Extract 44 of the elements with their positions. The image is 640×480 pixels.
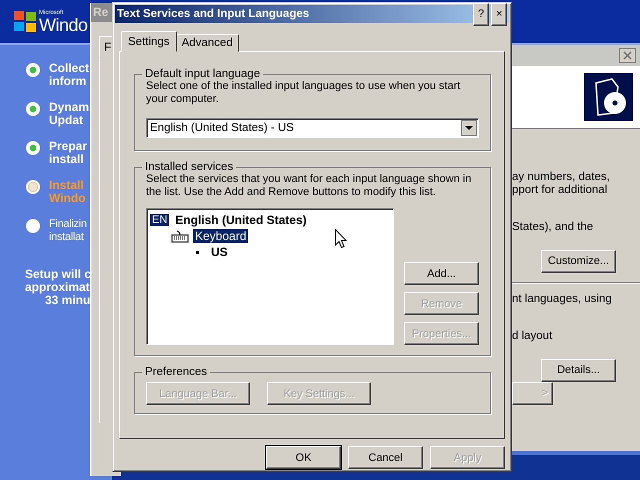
add-button[interactable]: Add...	[404, 262, 479, 285]
bullet-icon	[196, 250, 199, 254]
step-label: Windo	[49, 192, 86, 205]
help-button[interactable]: ?	[473, 2, 489, 26]
tab[interactable]: Advanced	[176, 34, 239, 52]
time-estimate-text: approximat	[25, 281, 91, 294]
group-title: Preferences	[144, 366, 208, 378]
description-text: ay numbers, dates,	[512, 171, 611, 184]
step-label: Dynam	[49, 101, 90, 114]
language-dropdown[interactable]: English (United States) - US	[146, 118, 479, 138]
software-box-icon	[584, 73, 633, 121]
step-label: Collect	[49, 62, 90, 75]
language-badge: EN	[150, 214, 170, 226]
services-tree[interactable]: EN English (United States) Keyboard US	[146, 208, 394, 345]
tree-item[interactable]: US	[209, 245, 230, 259]
step-label: installat	[49, 231, 85, 244]
step-label: install	[49, 153, 84, 166]
description-text: d layout	[512, 330, 554, 342]
description-text: Select the services that you want for each input language shown in the list. Use the Add and Remove buttons to modify this list.	[146, 173, 472, 199]
logo-text: Windo	[39, 16, 88, 34]
customize-button[interactable]: Customize...	[541, 250, 616, 272]
tree-item[interactable]: Keyboard	[193, 229, 248, 243]
keyboard-icon	[171, 230, 189, 242]
step-label: Updat	[49, 114, 83, 127]
step-label: inform	[49, 75, 88, 88]
close-button[interactable]: ×	[491, 2, 507, 26]
description-text: Select one of the installed input languages to use when you start your computer.	[146, 80, 462, 106]
tree-item[interactable]: English (United States)	[173, 213, 309, 227]
tab[interactable]: Settings	[121, 31, 177, 52]
description-text: States), and the	[512, 221, 594, 234]
group-title: Installed services	[144, 161, 234, 173]
description-text: nt languages, using	[512, 292, 613, 305]
details-button[interactable]: Details...	[541, 358, 616, 382]
time-estimate-text: 33 minu	[45, 294, 92, 307]
step-label: Finalizin	[49, 218, 87, 231]
description-text: pport for additional	[512, 184, 608, 196]
cancel-button[interactable]: Cancel	[348, 446, 423, 469]
group-title: Default input language	[144, 68, 262, 80]
windows-flag-icon	[14, 11, 36, 32]
step-label: Prepar	[49, 140, 88, 153]
close-icon[interactable]	[619, 48, 636, 63]
mouse-cursor-icon	[335, 229, 347, 249]
step-label: Install	[49, 179, 85, 192]
ok-button[interactable]: OK	[266, 446, 341, 469]
